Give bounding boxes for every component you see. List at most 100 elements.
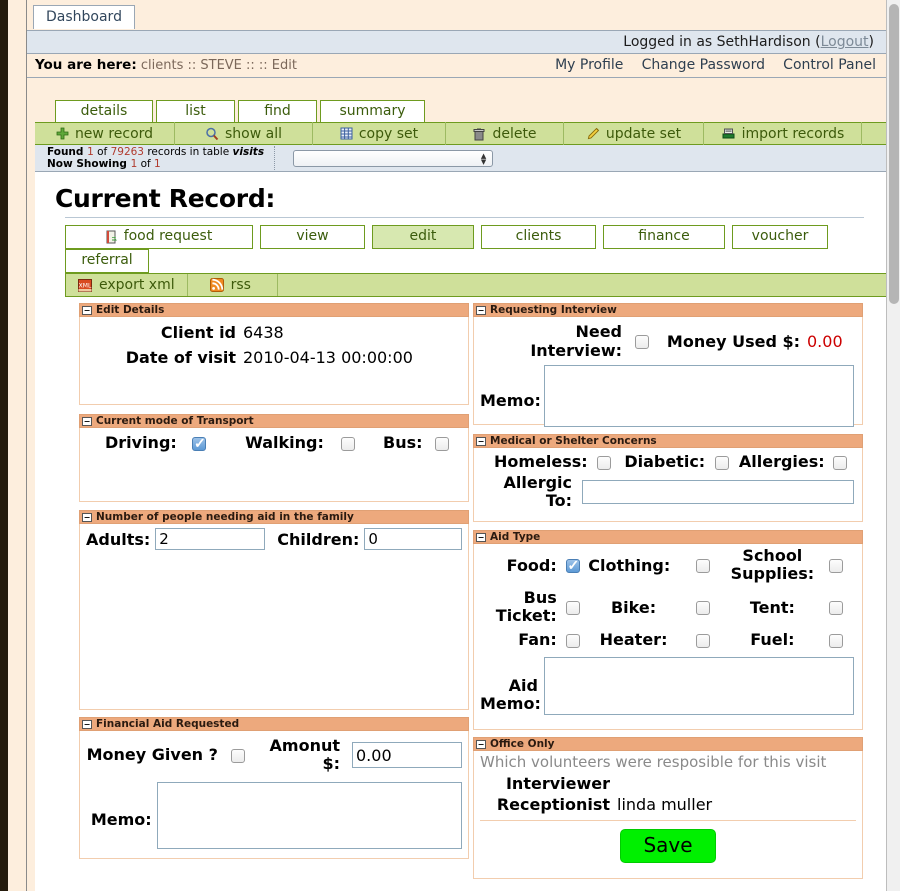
money-used-label: Money Used $: bbox=[666, 331, 800, 351]
subtab-voucher[interactable]: voucher bbox=[732, 225, 828, 249]
panel-financial-title: Financial Aid Requested bbox=[96, 718, 240, 730]
allergic-to-input[interactable] bbox=[582, 480, 854, 504]
homeless-label: Homeless: bbox=[494, 452, 588, 471]
subtab-edit[interactable]: edit bbox=[372, 225, 474, 249]
subtab-finance[interactable]: finance bbox=[603, 225, 725, 249]
date-of-visit-label: Date of visit bbox=[125, 348, 236, 367]
collapse-icon[interactable]: − bbox=[476, 532, 486, 542]
action-rss[interactable]: rss bbox=[188, 274, 278, 296]
bike-checkbox[interactable] bbox=[696, 601, 711, 615]
toolbar-update-set[interactable]: update set bbox=[564, 122, 704, 145]
aid-memo-textarea[interactable] bbox=[544, 657, 854, 715]
window-edge-peach bbox=[8, 0, 26, 891]
money-given-checkbox[interactable] bbox=[230, 749, 245, 763]
interview-memo-textarea[interactable] bbox=[544, 365, 854, 427]
aid-memo-label: Aid Memo: bbox=[480, 676, 541, 713]
panel-aid-type-body: Food: Clothing: School Supplies: Bus Tic… bbox=[473, 544, 863, 730]
breadcrumb-label: You are here: bbox=[35, 57, 137, 73]
found-table-name: visits bbox=[232, 146, 265, 158]
found-line-1: Found 1 of 79263 records in table visits bbox=[47, 146, 264, 158]
panel-aid-type-title: Aid Type bbox=[490, 531, 541, 543]
magnifier-icon bbox=[205, 127, 219, 141]
allergic-to-label: Allergic To: bbox=[503, 473, 572, 510]
collapse-icon[interactable]: − bbox=[476, 305, 486, 315]
panel-family-header: − Number of people needing aid in the fa… bbox=[79, 510, 469, 524]
food-checkbox[interactable] bbox=[565, 557, 580, 574]
allergies-label: Allergies: bbox=[738, 452, 825, 471]
panel-transport: − Current mode of Transport Driving: Wal… bbox=[79, 414, 469, 502]
subtab-referral[interactable]: referral bbox=[65, 249, 149, 273]
interviewer-label: Interviewer bbox=[505, 774, 610, 793]
collapse-icon[interactable]: − bbox=[476, 436, 486, 446]
heater-checkbox[interactable] bbox=[696, 633, 711, 648]
fan-checkbox[interactable] bbox=[565, 633, 580, 648]
toolbar-new-record[interactable]: new record bbox=[35, 122, 175, 145]
svg-text:XML: XML bbox=[79, 282, 92, 289]
link-my-profile[interactable]: My Profile bbox=[555, 57, 623, 73]
nav-tab-list[interactable]: list bbox=[156, 100, 235, 122]
page-scrollbar[interactable] bbox=[886, 0, 900, 891]
save-button[interactable]: Save bbox=[620, 829, 716, 863]
logout-link[interactable]: Logout bbox=[821, 34, 869, 50]
heater-label: Heater: bbox=[599, 630, 668, 649]
toolbar-new-record-label: new record bbox=[74, 125, 154, 142]
collapse-icon[interactable]: − bbox=[82, 512, 92, 522]
driving-checkbox[interactable] bbox=[192, 435, 206, 452]
panel-interview-header: − Requesting Interview bbox=[473, 303, 863, 317]
fuel-checkbox[interactable] bbox=[829, 633, 844, 648]
need-interview-checkbox[interactable] bbox=[635, 335, 649, 349]
nav-tab-summary[interactable]: summary bbox=[320, 100, 425, 122]
homeless-checkbox[interactable] bbox=[597, 455, 612, 470]
collapse-icon[interactable]: − bbox=[476, 739, 486, 749]
adults-input[interactable] bbox=[155, 528, 266, 550]
adults-label: Adults: bbox=[86, 529, 151, 549]
school-supplies-checkbox[interactable] bbox=[829, 559, 844, 573]
toolbar-show-all[interactable]: show all bbox=[175, 122, 313, 145]
toolbar-delete[interactable]: delete bbox=[446, 122, 564, 145]
financial-memo-textarea[interactable] bbox=[156, 782, 462, 849]
found-records-bar: Found 1 of 79263 records in table visits… bbox=[35, 145, 886, 172]
panel-aid-type-header: − Aid Type bbox=[473, 530, 863, 544]
diabetic-checkbox[interactable] bbox=[714, 455, 729, 470]
action-export-xml[interactable]: XML export xml bbox=[66, 274, 188, 296]
collapse-icon[interactable]: − bbox=[82, 305, 92, 315]
collapse-icon[interactable]: − bbox=[82, 719, 92, 729]
record-nav-tabs: details list find summary bbox=[27, 100, 886, 122]
form-column-left: − Edit Details Client id 6438 Date of vi… bbox=[79, 303, 469, 879]
allergies-checkbox[interactable] bbox=[833, 455, 848, 470]
subtab-clients[interactable]: clients bbox=[481, 225, 596, 249]
tent-label: Tent: bbox=[749, 597, 795, 617]
subtab-view[interactable]: view bbox=[260, 225, 365, 249]
children-input[interactable] bbox=[364, 528, 463, 550]
chevron-updown-icon: ▲ ▼ bbox=[480, 151, 487, 166]
tab-dashboard[interactable]: Dashboard bbox=[33, 5, 135, 29]
client-id-label: Client id bbox=[160, 323, 236, 342]
need-interview-row: Need Interview: Money Used $: 0.00 bbox=[480, 322, 856, 360]
subtab-food-request[interactable]: food request bbox=[65, 225, 253, 249]
clothing-label: Clothing: bbox=[588, 555, 671, 575]
toolbar-copy-set[interactable]: copy set bbox=[313, 122, 446, 145]
bus-ticket-checkbox[interactable] bbox=[565, 601, 580, 615]
scrollbar-thumb[interactable] bbox=[889, 4, 899, 304]
link-change-password[interactable]: Change Password bbox=[642, 57, 765, 73]
bus-checkbox[interactable] bbox=[435, 436, 450, 451]
nav-tab-find[interactable]: find bbox=[238, 100, 317, 122]
showing-b: 1 bbox=[154, 158, 161, 170]
link-control-panel[interactable]: Control Panel bbox=[783, 57, 876, 73]
amount-input[interactable] bbox=[352, 742, 462, 768]
walking-checkbox[interactable] bbox=[340, 436, 355, 451]
field-client-id: Client id 6438 bbox=[86, 323, 462, 342]
tent-checkbox[interactable] bbox=[829, 601, 844, 615]
record-toolbar: new record show all copy set delete upda… bbox=[35, 122, 886, 145]
toolbar-import-records[interactable]: import records bbox=[704, 122, 862, 145]
xml-icon: XML bbox=[78, 278, 92, 292]
nav-tab-details[interactable]: details bbox=[55, 100, 153, 122]
record-select-dropdown[interactable]: ▲ ▼ bbox=[293, 149, 494, 167]
panel-medical-concerns: − Medical or Shelter Concerns Homeless: … bbox=[473, 434, 863, 522]
collapse-icon[interactable]: − bbox=[82, 416, 92, 426]
aid-row-1: Food: Clothing: School Supplies: bbox=[480, 547, 856, 583]
clothing-checkbox[interactable] bbox=[696, 559, 711, 573]
amount-label: Amonut $: bbox=[269, 736, 340, 773]
showing-prefix: Now Showing bbox=[47, 158, 131, 170]
